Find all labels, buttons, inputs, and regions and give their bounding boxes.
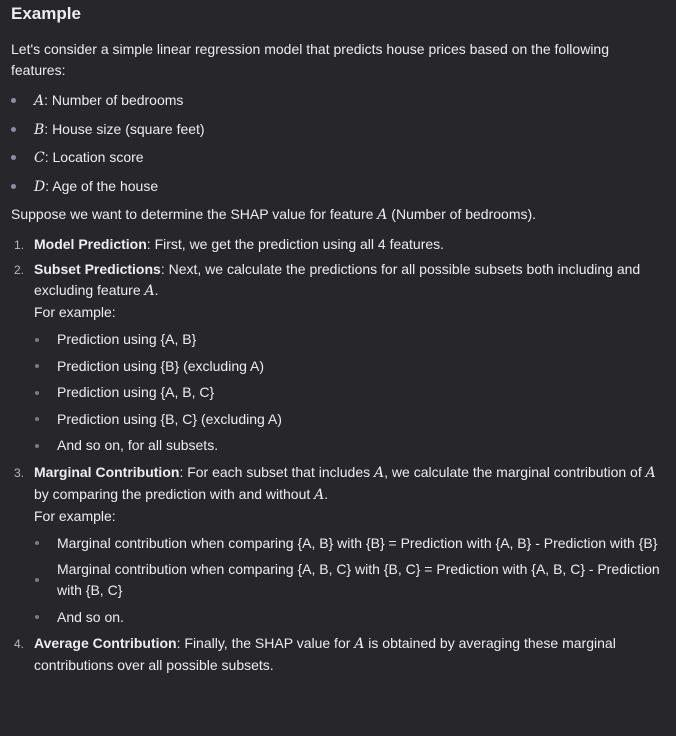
example-text: Prediction using {A, B, C} [57, 384, 215, 400]
step-item: 4. Average Contribution: Finally, the SH… [11, 633, 665, 676]
step-title: Marginal Contribution [34, 463, 180, 480]
example-label: For example: [34, 304, 116, 320]
feature-text: : Location score [44, 149, 144, 165]
example-text: Prediction using {B} (excluding A) [57, 357, 265, 374]
step-text: Subset Predictions: Next, we calculate t… [34, 259, 665, 302]
example-item: Prediction using {B} (excluding A) [34, 356, 665, 377]
feature-text: : House size (square feet) [44, 120, 205, 137]
feature-text: : Age of the house [45, 177, 159, 194]
step-variable: A [374, 464, 385, 481]
feature-item: A: Number of bedrooms [11, 86, 665, 115]
step-variable: A [354, 636, 365, 652]
bullet-icon [35, 364, 39, 368]
example-item: And so on, for all subsets. [34, 435, 665, 456]
example-text: And so on, for all subsets. [57, 437, 219, 453]
example-item: Prediction using {A, B} [34, 329, 665, 350]
feature-list: A: Number of bedrooms B: House size (squ… [11, 86, 665, 200]
step-title: Average Contribution [34, 635, 177, 651]
example-item: Prediction using {A, B, C} [34, 382, 665, 403]
step-text: Marginal Contribution: For each subset t… [34, 462, 665, 506]
step-text: Model Prediction: First, we get the pred… [34, 234, 665, 255]
step-item: 1. Model Prediction: First, we get the p… [11, 234, 665, 255]
example-text: Marginal contribution when comparing {A,… [57, 534, 658, 551]
bullet-icon [35, 578, 39, 582]
step-item: 2. Subset Predictions: Next, we calculat… [11, 259, 665, 456]
example-label: For example: [34, 507, 116, 524]
message-content: Example Let's consider a simple linear r… [0, 0, 676, 676]
example-item: And so on. [34, 607, 665, 628]
feature-variable: C [34, 150, 45, 166]
intro-paragraph: Let's consider a simple linear regressio… [11, 41, 610, 78]
bullet-icon [35, 541, 39, 545]
example-text: Prediction using {B, C} (excluding A) [57, 410, 282, 427]
step-body: : First, we get the prediction using all… [146, 236, 445, 252]
step-item: 3. Marginal Contribution: For each subse… [11, 462, 665, 628]
bullet-icon [35, 443, 39, 448]
example-item: Marginal contribution when comparing {A,… [34, 533, 665, 554]
bullet-icon [11, 98, 16, 104]
suppose-paragraph: Suppose we want to determine the SHAP va… [11, 204, 665, 226]
feature-item: C: Location score [11, 143, 665, 172]
bullet-icon [35, 337, 39, 342]
step-body-end: . [154, 282, 159, 298]
step-text: Average Contribution: Finally, the SHAP … [34, 633, 665, 676]
suppose-text-end: (Number of bedrooms). [387, 206, 537, 222]
example-text: Prediction using {A, B} [57, 331, 197, 347]
step-body: by comparing the prediction with and wit… [34, 485, 315, 502]
example-text: And so on. [57, 608, 124, 625]
example-list: Prediction using {A, B} Prediction using… [34, 329, 665, 456]
feature-variable: A [34, 93, 45, 109]
bullet-icon [11, 126, 16, 132]
bullet-icon [11, 183, 16, 189]
step-number: 2. [14, 263, 25, 277]
step-number: 1. [14, 238, 25, 252]
step-body: : For each subset that includes [179, 463, 374, 480]
feature-text: : Number of bedrooms [44, 92, 184, 108]
step-title: Subset Predictions [34, 261, 161, 277]
example-text: Marginal contribution when comparing {A,… [57, 561, 660, 598]
suppose-text: Suppose we want to determine the SHAP va… [11, 206, 378, 222]
steps-list: 1. Model Prediction: First, we get the p… [11, 234, 665, 676]
feature-item: B: House size (square feet) [11, 115, 665, 144]
step-title: Model Prediction [34, 236, 147, 252]
section-heading: Example [11, 4, 81, 23]
example-list: Marginal contribution when comparing {A,… [34, 533, 665, 628]
step-body: : Finally, the SHAP value for [176, 635, 355, 651]
step-body: , we calculate the marginal contribution… [384, 463, 646, 480]
suppose-variable: A [377, 207, 388, 223]
bullet-icon [11, 155, 16, 161]
step-number: 3. [14, 465, 25, 480]
step-body-end: . [324, 485, 329, 502]
example-item: Marginal contribution when comparing {A,… [34, 559, 665, 601]
step-variable: A [645, 464, 656, 481]
feature-item: D: Age of the house [11, 172, 665, 201]
step-variable: A [144, 283, 155, 299]
feature-variable: D [34, 178, 46, 195]
bullet-icon [35, 417, 39, 421]
example-item: Prediction using {B, C} (excluding A) [34, 409, 665, 430]
bullet-icon [35, 390, 39, 395]
step-variable: A [314, 486, 325, 503]
step-number: 4. [14, 637, 25, 651]
feature-variable: B [34, 121, 45, 138]
bullet-icon [35, 615, 39, 619]
